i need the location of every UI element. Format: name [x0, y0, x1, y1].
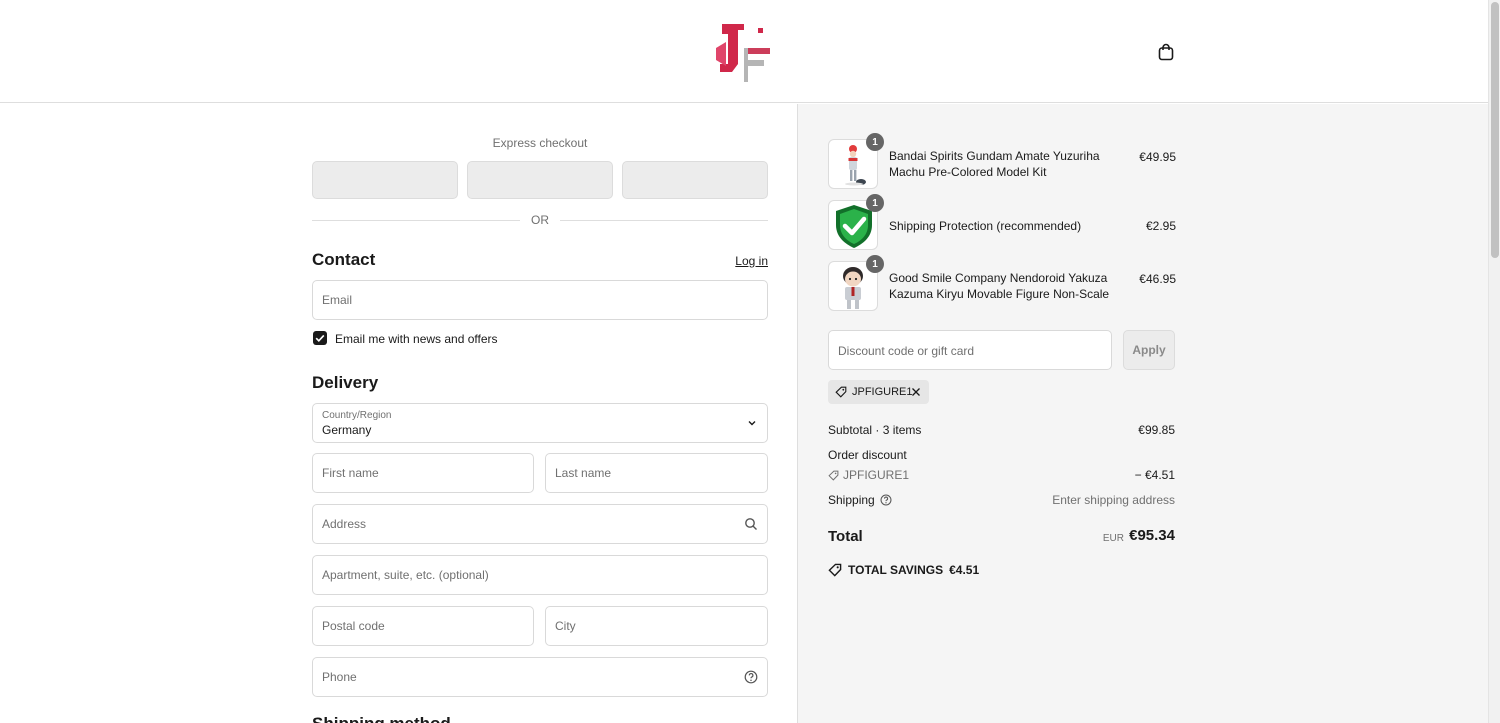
search-icon: [745, 518, 757, 530]
address-input[interactable]: Address: [312, 504, 768, 544]
help-circle-icon[interactable]: [880, 494, 892, 506]
shipping-method-heading: Shipping method: [312, 714, 451, 723]
cart-item: 1 Good Smile Company Nendoroid Yakuza Ka…: [828, 255, 1176, 311]
express-pay-button-3[interactable]: [622, 161, 768, 199]
cart-item-name: Bandai Spirits Gundam Amate Yuzuriha Mac…: [889, 149, 1100, 179]
applied-discount-code: JPFIGURE1: [852, 386, 913, 398]
discount-code-text: JPFIGURE1: [843, 468, 910, 482]
tag-icon: [828, 563, 842, 577]
postal-code-placeholder: Postal code: [322, 619, 385, 633]
country-select[interactable]: Country/Region Germany: [312, 403, 768, 443]
apartment-placeholder: Apartment, suite, etc. (optional): [322, 568, 489, 582]
shipping-label: Shipping: [828, 493, 875, 507]
scrollbar-thumb[interactable]: [1491, 2, 1499, 258]
delivery-heading: Delivery: [312, 373, 379, 392]
first-name-placeholder: First name: [322, 466, 379, 480]
newsletter-checkbox[interactable]: [313, 331, 327, 345]
subtotal-value: €99.85: [1138, 423, 1175, 437]
order-discount-label: Order discount: [828, 448, 907, 462]
total-currency: EUR: [1102, 533, 1124, 544]
discount-value: − €4.51: [1134, 468, 1175, 482]
total-savings: TOTAL SAVINGS €4.51: [828, 563, 979, 577]
cart-item-price: €2.95: [1145, 219, 1176, 233]
order-summary-panel: [797, 104, 1488, 723]
discount-code-row: JPFIGURE1: [828, 468, 909, 482]
city-placeholder: City: [555, 619, 576, 633]
cart-item: 1 Bandai Spirits Gundam Amate Yuzuriha M…: [828, 133, 1176, 189]
checkmark-icon: [315, 334, 325, 343]
discount-code-input[interactable]: Discount code or gift card: [828, 330, 1112, 370]
or-divider: OR: [312, 212, 768, 228]
country-value: Germany: [322, 423, 372, 437]
quantity-badge: 1: [866, 133, 884, 151]
chevron-down-icon: [748, 421, 756, 426]
apartment-input[interactable]: Apartment, suite, etc. (optional): [312, 555, 768, 595]
applied-discount-chip: JPFIGURE1: [828, 380, 929, 404]
remove-discount-icon[interactable]: [910, 386, 922, 398]
cart-item-price: €46.95: [1139, 272, 1176, 286]
city-input[interactable]: City: [545, 606, 768, 646]
contact-heading: Contact: [312, 250, 376, 269]
shipping-row: Shipping: [828, 493, 892, 507]
express-checkout-label: Express checkout: [492, 136, 588, 150]
shopping-bag-icon: [1158, 43, 1174, 61]
quantity-badge: 1: [866, 255, 884, 273]
email-placeholder: Email: [322, 293, 353, 307]
store-logo[interactable]: [714, 20, 774, 82]
discount-code-placeholder: Discount code or gift card: [838, 344, 975, 358]
site-header: [0, 0, 1488, 103]
postal-code-input[interactable]: Postal code: [312, 606, 534, 646]
total-value: €95.34: [1129, 527, 1175, 544]
cart-item-name: Shipping Protection (recommended): [889, 219, 1082, 233]
first-name-input[interactable]: First name: [312, 453, 534, 493]
tag-icon: [835, 386, 847, 398]
last-name-placeholder: Last name: [555, 466, 612, 480]
total-savings-value: €4.51: [949, 563, 980, 577]
express-pay-button-2[interactable]: [467, 161, 613, 199]
cart-item-name: Good Smile Company Nendoroid Yakuza Kazu…: [889, 271, 1110, 301]
phone-input[interactable]: Phone: [312, 657, 768, 697]
last-name-input[interactable]: Last name: [545, 453, 768, 493]
cart-button[interactable]: [1154, 40, 1178, 64]
country-label: Country/Region: [322, 410, 392, 421]
cart-item-price: €49.95: [1139, 150, 1176, 164]
shipping-value: Enter shipping address: [1052, 493, 1175, 507]
total-savings-label: TOTAL SAVINGS: [848, 563, 944, 577]
address-placeholder: Address: [322, 517, 367, 531]
or-label: OR: [531, 213, 549, 227]
apply-discount-button[interactable]: Apply: [1123, 330, 1175, 370]
quantity-badge: 1: [866, 194, 884, 212]
phone-placeholder: Phone: [322, 670, 357, 684]
total-label: Total: [828, 528, 863, 545]
page-scrollbar[interactable]: [1488, 0, 1500, 723]
newsletter-label: Email me with news and offers: [335, 332, 498, 346]
email-input[interactable]: Email: [312, 280, 768, 320]
help-circle-icon[interactable]: [744, 670, 758, 684]
express-pay-button-1[interactable]: [312, 161, 458, 199]
subtotal-label: Subtotal · 3 items: [828, 423, 922, 437]
cart-item: 1 Shipping Protection (recommended) €2.9…: [828, 194, 1176, 250]
tag-icon: [828, 470, 839, 481]
login-link[interactable]: Log in: [700, 254, 768, 268]
